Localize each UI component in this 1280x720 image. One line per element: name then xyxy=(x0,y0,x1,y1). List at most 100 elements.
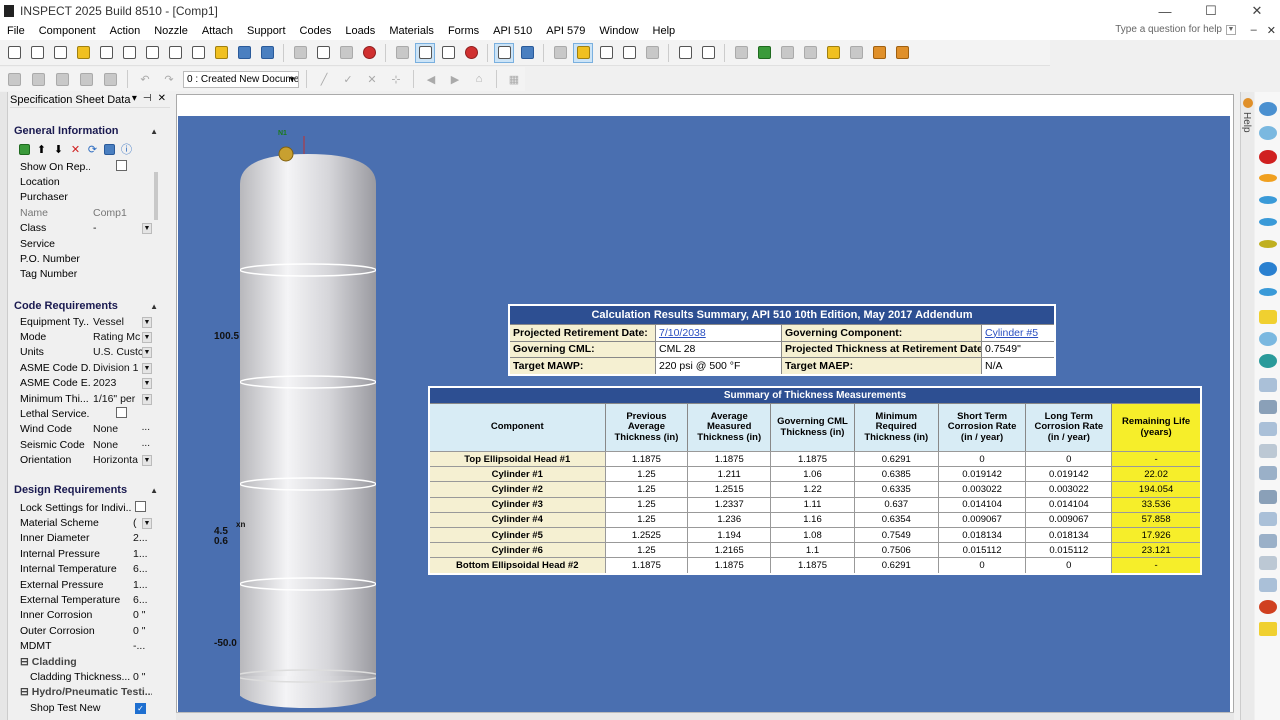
cross-icon[interactable]: ✕ xyxy=(362,69,382,89)
form-r-icon[interactable] xyxy=(165,43,185,63)
stop-icon[interactable] xyxy=(100,69,120,89)
general-scrollbar[interactable] xyxy=(154,172,158,220)
forward-icon[interactable]: ▶ xyxy=(445,69,465,89)
copy-icon[interactable] xyxy=(28,69,48,89)
class-dropdown-icon[interactable]: ▼ xyxy=(142,223,152,235)
maximize-button[interactable]: ☐ xyxy=(1188,0,1234,22)
rotate-icon[interactable] xyxy=(517,43,537,63)
menu-window[interactable]: Window xyxy=(592,25,645,37)
open-icon[interactable] xyxy=(211,43,231,63)
ellipsis-button[interactable]: ... xyxy=(142,423,150,433)
help-search-input[interactable]: Type a question for help xyxy=(1115,24,1222,35)
prop-asme-edition[interactable]: ASME Code E... 2023 ▼ xyxy=(16,376,152,391)
new-icon[interactable] xyxy=(4,43,24,63)
prop-units[interactable]: Units U.S. Custc ▼ xyxy=(16,345,152,360)
info-icon[interactable]: ⓘ xyxy=(120,143,133,156)
wand-icon[interactable] xyxy=(73,43,93,63)
platform-icon[interactable] xyxy=(1259,578,1277,592)
cylinder-icon[interactable] xyxy=(1259,126,1277,140)
prop-material-scheme[interactable]: Material Scheme(▼ xyxy=(16,515,152,530)
back-icon[interactable]: ◀ xyxy=(421,69,441,89)
select-icon[interactable] xyxy=(494,42,514,63)
undo-icon[interactable]: ↶ xyxy=(135,69,155,89)
menu-file[interactable]: File xyxy=(0,25,32,37)
form-s-icon[interactable] xyxy=(119,43,139,63)
menu-component[interactable]: Component xyxy=(32,25,103,37)
arrow-down-icon[interactable]: ⬇ xyxy=(52,143,65,156)
menu-support[interactable]: Support xyxy=(240,25,293,37)
prop-external-pressure[interactable]: External Pressure 1... xyxy=(16,577,152,592)
saddle-icon[interactable] xyxy=(1259,534,1277,548)
print-icon[interactable] xyxy=(290,43,310,63)
prop-orientation[interactable]: Orientation Horizonta ▼ xyxy=(16,453,152,468)
prop-show-on-report[interactable]: Show On Rep... xyxy=(16,159,152,174)
ladder-icon[interactable] xyxy=(1259,622,1277,636)
section-design-requirements[interactable]: Design Requirements ▲ xyxy=(14,482,162,498)
prop-shop-test-new[interactable]: Shop Test New ✓ xyxy=(16,700,152,715)
prop-cladding-thickness[interactable]: Cladding Thickness... 0 " xyxy=(16,669,152,684)
prop-inner-diameter[interactable]: Inner Diameter 2... xyxy=(16,531,152,546)
menu-codes[interactable]: Codes xyxy=(293,25,339,37)
3d-viewport[interactable]: 100.5 4.5 0.6 xn -50.0 N1 Calculation Re… xyxy=(178,116,1230,712)
prop-mode[interactable]: Mode Rating Mc ▼ xyxy=(16,329,152,344)
group-cladding[interactable]: ⊟ Cladding xyxy=(16,654,152,669)
show-on-report-checkbox[interactable] xyxy=(116,159,127,171)
menu-attach[interactable]: Attach xyxy=(195,25,240,37)
dim-icon[interactable]: ⊹ xyxy=(386,69,406,89)
brush-icon[interactable] xyxy=(76,69,96,89)
prop-lock-settings[interactable]: Lock Settings for Indivi... xyxy=(16,500,152,515)
globe-icon[interactable] xyxy=(392,43,412,63)
reducer-icon[interactable] xyxy=(777,43,797,63)
prop-tag-number[interactable]: Tag Number xyxy=(16,267,152,282)
form2-icon[interactable] xyxy=(50,43,70,63)
prop-mdmt[interactable]: MDMT -... xyxy=(16,639,152,654)
prop-purchaser[interactable]: Purchaser xyxy=(16,190,152,205)
pdf-icon[interactable] xyxy=(359,43,379,63)
ring-icon[interactable] xyxy=(1259,240,1277,248)
help-search[interactable]: Type a question for help ▼ xyxy=(1115,24,1236,35)
menu-action[interactable]: Action xyxy=(103,25,148,37)
prop-location[interactable]: Location xyxy=(16,174,152,189)
prop-po-number[interactable]: P.O. Number xyxy=(16,251,152,266)
insert-icon[interactable] xyxy=(596,43,616,63)
shell-icon[interactable] xyxy=(731,43,751,63)
measure-icon[interactable] xyxy=(619,43,639,63)
prop-asme-division[interactable]: ASME Code D... Division 1 ▼ xyxy=(16,360,152,375)
runner-icon[interactable] xyxy=(1259,102,1277,116)
pressure-vessel-model[interactable] xyxy=(240,136,376,712)
iso-view-icon[interactable] xyxy=(698,43,718,63)
add-icon[interactable] xyxy=(18,143,31,156)
tee-icon[interactable] xyxy=(1259,354,1277,368)
home-icon[interactable]: ⌂ xyxy=(469,69,489,89)
menu-api510[interactable]: API 510 xyxy=(486,25,539,37)
help-dropdown-icon[interactable]: ▼ xyxy=(1226,24,1236,35)
prop-lethal-service[interactable]: Lethal Service... xyxy=(16,406,152,421)
box-icon[interactable] xyxy=(1259,310,1277,324)
bracket-icon[interactable] xyxy=(1259,444,1277,458)
collapse-icon[interactable]: ▲ xyxy=(150,127,158,136)
prop-service[interactable]: Service▼ xyxy=(16,236,152,251)
prop-class[interactable]: Class - ▼ xyxy=(16,221,152,236)
menu-materials[interactable]: Materials xyxy=(382,25,441,37)
dropdown-icon[interactable]: ▼ xyxy=(142,455,152,467)
export-icon[interactable] xyxy=(336,43,356,63)
refresh-icon[interactable]: ⟳ xyxy=(86,143,99,156)
bag-icon[interactable] xyxy=(892,43,912,63)
form-t-icon[interactable] xyxy=(188,43,208,63)
arrow-up-icon[interactable]: ⬆ xyxy=(35,143,48,156)
plate-icon[interactable] xyxy=(1259,378,1277,392)
zoom-icon[interactable] xyxy=(438,43,458,63)
pin-icon[interactable]: ⊣ xyxy=(143,93,152,104)
group-hydro-pneumatic[interactable]: ⊟ Hydro/Pneumatic Testi... xyxy=(16,685,152,700)
head-icon[interactable] xyxy=(800,43,820,63)
prop-internal-temperature[interactable]: Internal Temperature 6... xyxy=(16,562,152,577)
stack-icon[interactable] xyxy=(1259,400,1277,414)
minimize-button[interactable]: — xyxy=(1142,0,1188,22)
list-icon[interactable] xyxy=(52,69,72,89)
prop-internal-pressure[interactable]: Internal Pressure 1... xyxy=(16,546,152,561)
insulation-icon[interactable] xyxy=(1259,600,1277,614)
dropdown-icon[interactable]: ▼ xyxy=(142,518,152,530)
prop-outer-corrosion[interactable]: Outer Corrosion 0 " xyxy=(16,623,152,638)
lug-icon[interactable] xyxy=(1259,512,1277,526)
prop-equipment-type[interactable]: Equipment Ty... Vessel ▼ xyxy=(16,314,152,329)
